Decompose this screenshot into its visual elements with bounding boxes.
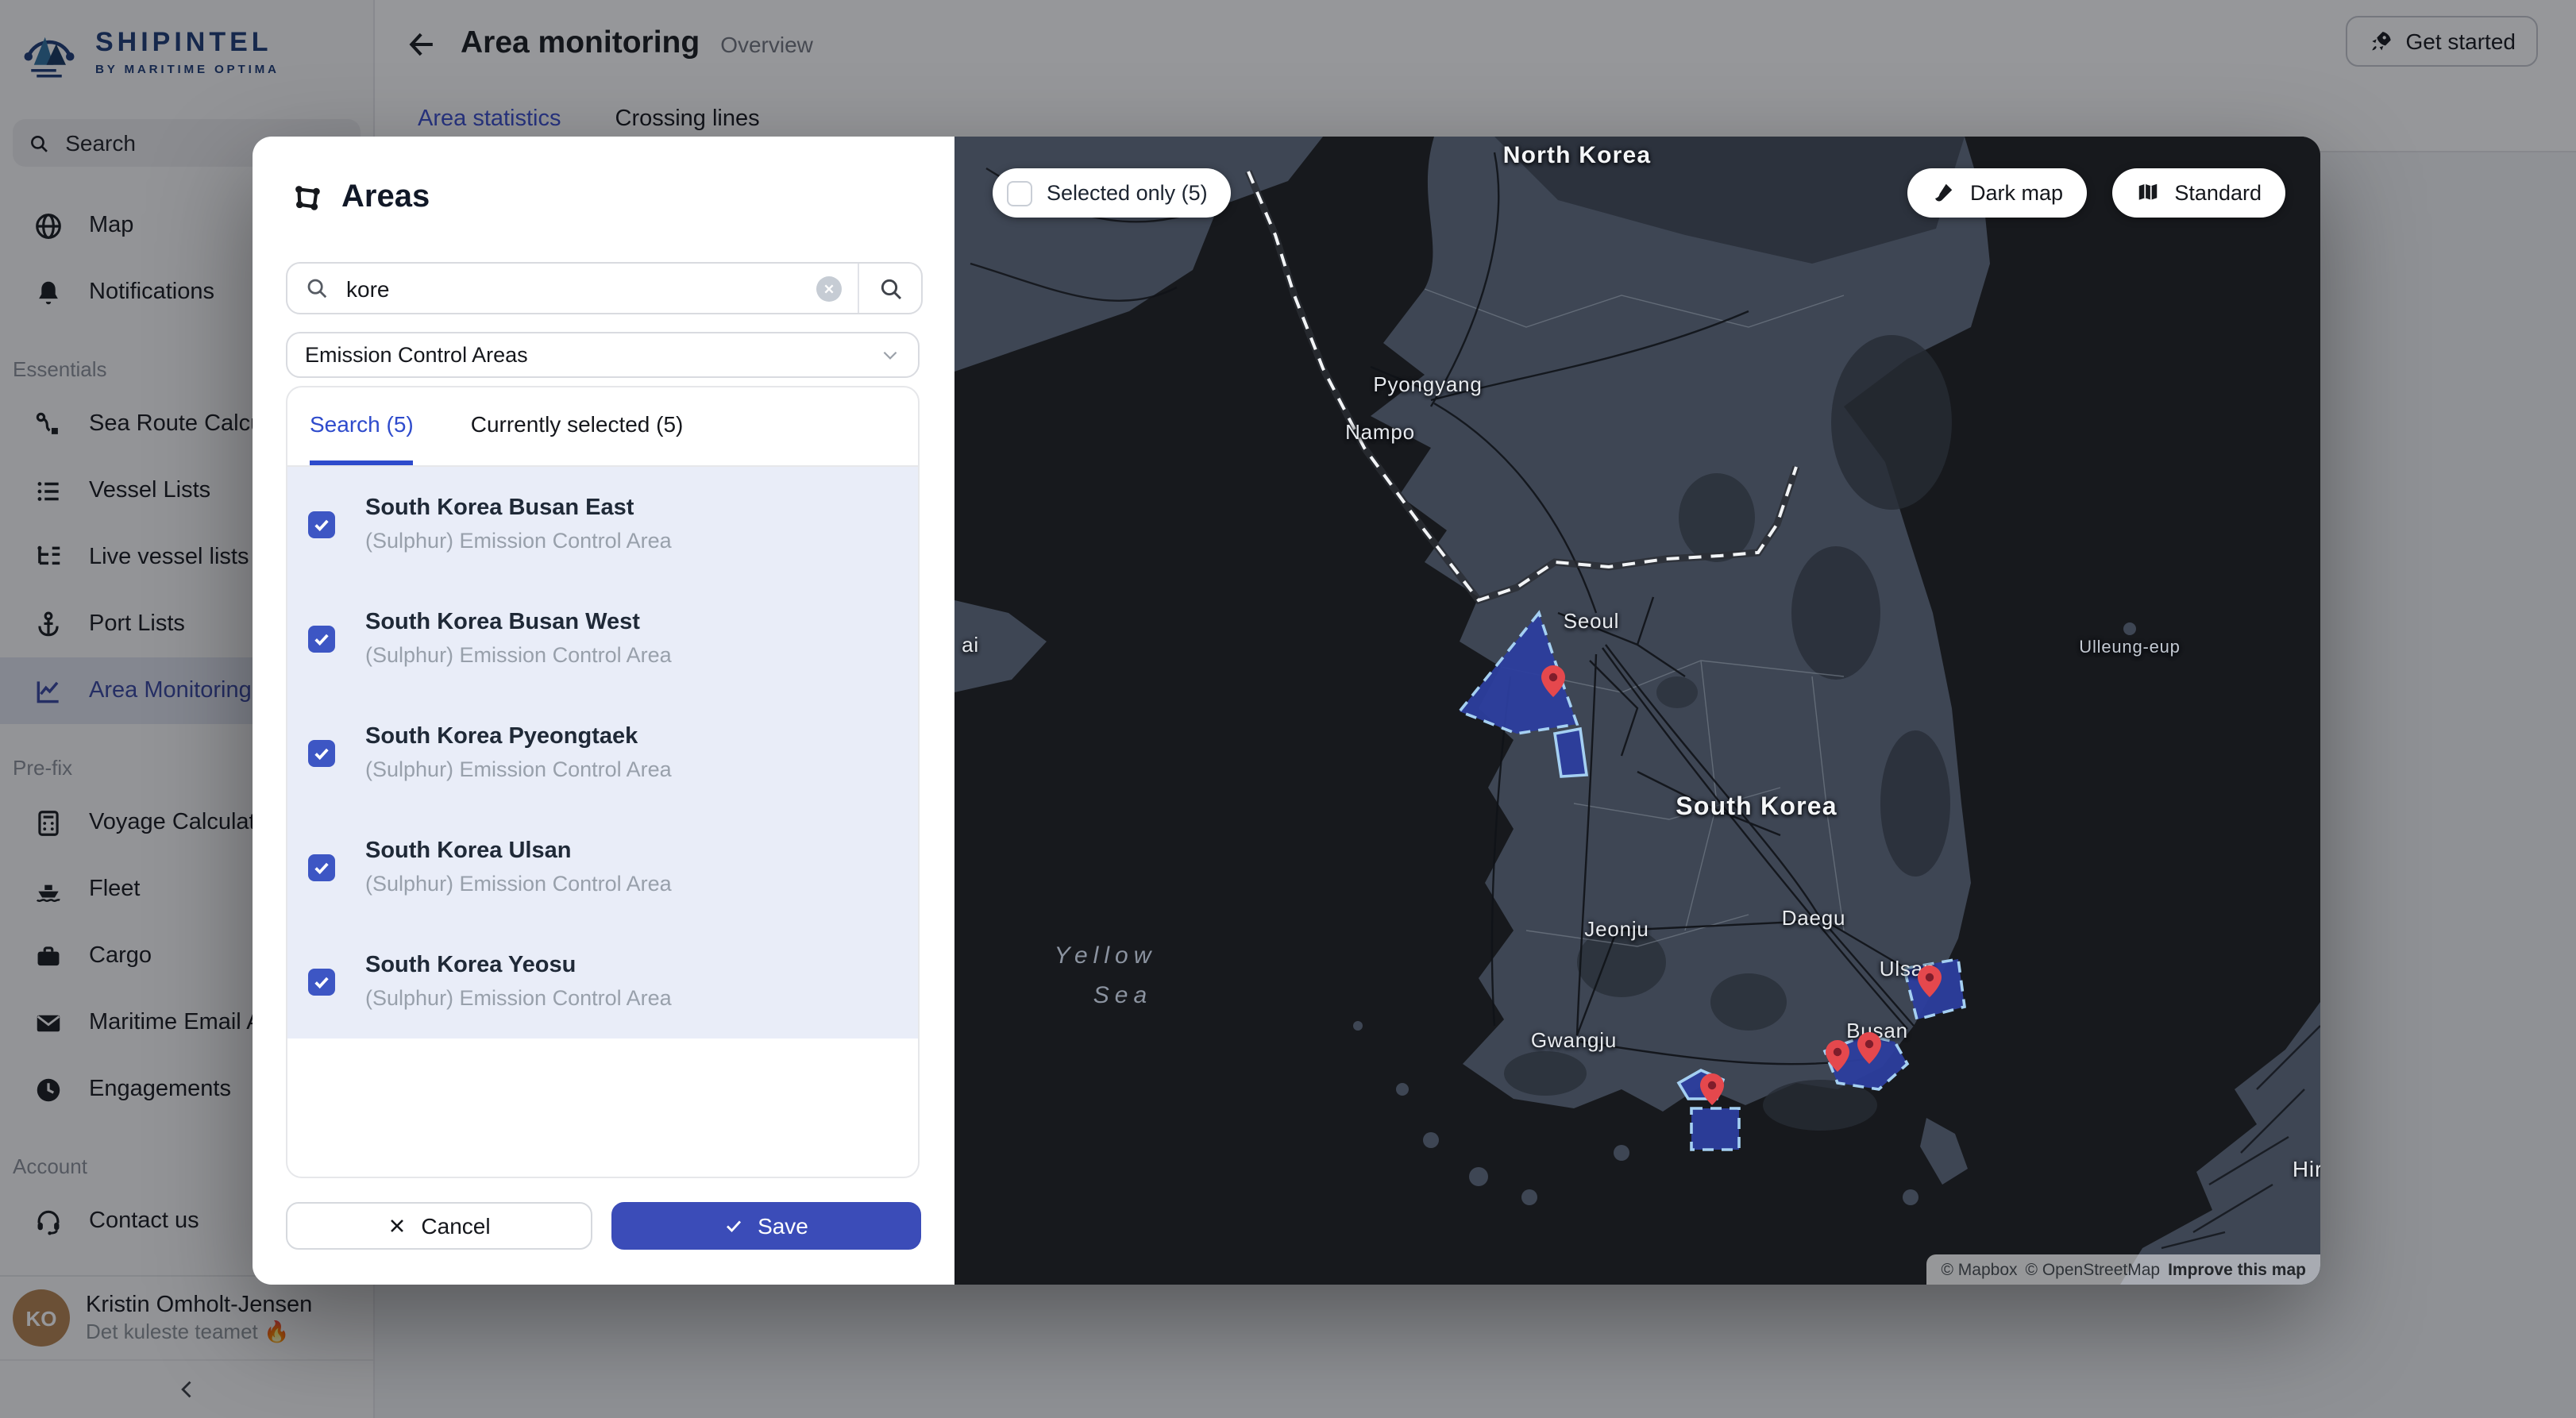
improve-map-link[interactable]: Improve this map — [2168, 1260, 2306, 1279]
tab-currently-selected[interactable]: Currently selected (5) — [471, 387, 684, 465]
area-list-item[interactable]: South Korea Busan West (Sulphur) Emissio… — [287, 581, 918, 696]
paintbrush-icon — [1932, 181, 1956, 205]
check-icon — [724, 1216, 743, 1235]
map-pin-busan-east[interactable] — [1857, 1032, 1881, 1064]
search-icon — [305, 276, 329, 300]
map-preview[interactable]: North Korea South Korea Pyongyang Nampo … — [954, 137, 2320, 1285]
selected-only-label: Selected only (5) — [1047, 181, 1208, 205]
check-icon — [313, 630, 330, 647]
area-title: South Korea Ulsan — [365, 838, 672, 864]
map-canvas — [954, 137, 2320, 1285]
areas-panel: Areas Emission Control Areas Search (5) — [253, 137, 954, 1285]
area-subtitle: (Sulphur) Emission Control Area — [365, 986, 672, 1010]
check-icon — [313, 858, 330, 876]
polygon-area-icon — [291, 181, 324, 214]
map-pin-ulsan[interactable] — [1918, 965, 1942, 997]
map-pin-yeosu[interactable] — [1700, 1073, 1724, 1105]
area-title: South Korea Busan West — [365, 610, 672, 635]
area-list: South Korea Busan East (Sulphur) Emissio… — [287, 467, 918, 1038]
area-title: South Korea Busan East — [365, 495, 672, 521]
mapbox-credit: © Mapbox — [1942, 1260, 2018, 1279]
dialog-title: Areas — [341, 179, 430, 216]
save-label: Save — [758, 1213, 808, 1239]
area-list-item[interactable]: South Korea Pyeongtaek (Sulphur) Emissio… — [287, 696, 918, 810]
check-icon — [313, 515, 330, 533]
map-attribution: © Mapbox © OpenStreetMap Improve this ma… — [1927, 1254, 2321, 1285]
standard-map-button[interactable]: Standard — [2112, 168, 2285, 218]
area-list-item[interactable]: South Korea Yeosu (Sulphur) Emission Con… — [287, 924, 918, 1038]
results-tabs: Search (5) Currently selected (5) — [287, 387, 918, 467]
check-icon — [313, 973, 330, 990]
dark-map-label: Dark map — [1970, 181, 2063, 205]
area-checkbox-checked[interactable] — [308, 968, 335, 995]
chevron-down-icon — [880, 345, 900, 365]
close-icon — [388, 1216, 407, 1235]
check-icon — [313, 744, 330, 761]
cancel-label: Cancel — [421, 1213, 490, 1239]
map-pin-pyeongtaek[interactable] — [1541, 665, 1565, 697]
map-pin-busan-west[interactable] — [1826, 1040, 1849, 1072]
area-subtitle: (Sulphur) Emission Control Area — [365, 757, 672, 781]
area-checkbox-checked[interactable] — [308, 853, 335, 880]
area-subtitle: (Sulphur) Emission Control Area — [365, 643, 672, 667]
selected-only-toggle[interactable]: Selected only (5) — [993, 168, 1232, 218]
search-icon — [877, 276, 903, 301]
map-icon — [2136, 181, 2160, 205]
app-window: SHIPINTEL BY MARITIME OPTIMA Map Notific… — [0, 0, 2576, 1418]
area-type-select[interactable]: Emission Control Areas — [286, 332, 920, 378]
search-submit-button[interactable] — [858, 264, 921, 313]
osm-credit: © OpenStreetMap — [2026, 1260, 2161, 1279]
area-checkbox-checked[interactable] — [308, 739, 335, 766]
tab-search-results[interactable]: Search (5) — [310, 387, 414, 465]
dark-map-button[interactable]: Dark map — [1908, 168, 2087, 218]
cancel-button[interactable]: Cancel — [286, 1202, 592, 1250]
areas-dialog: Areas Emission Control Areas Search (5) — [253, 137, 2320, 1285]
area-subtitle: (Sulphur) Emission Control Area — [365, 529, 672, 553]
area-checkbox-checked[interactable] — [308, 511, 335, 538]
area-checkbox-checked[interactable] — [308, 625, 335, 652]
area-results-card: Search (5) Currently selected (5) South … — [286, 386, 920, 1178]
area-search-box — [286, 262, 923, 314]
area-subtitle: (Sulphur) Emission Control Area — [365, 872, 672, 896]
area-title: South Korea Pyeongtaek — [365, 724, 672, 749]
area-search-input[interactable] — [343, 274, 816, 302]
standard-map-label: Standard — [2174, 181, 2262, 205]
save-button[interactable]: Save — [611, 1202, 921, 1250]
selected-only-checkbox-unchecked[interactable] — [1007, 180, 1032, 206]
area-list-item[interactable]: South Korea Ulsan (Sulphur) Emission Con… — [287, 810, 918, 924]
area-title: South Korea Yeosu — [365, 953, 672, 978]
area-type-selected-value: Emission Control Areas — [305, 343, 528, 367]
area-list-item[interactable]: South Korea Busan East (Sulphur) Emissio… — [287, 467, 918, 581]
clear-search-icon[interactable] — [816, 276, 842, 301]
